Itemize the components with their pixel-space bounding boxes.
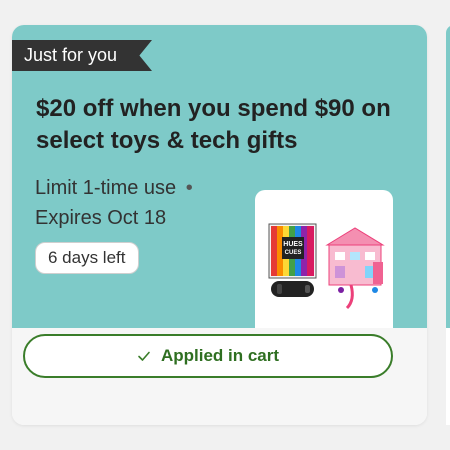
speaker-icon [271,281,314,297]
meta-bullet: • [185,177,193,199]
applied-button-label: Applied in cart [160,346,280,365]
game-box-icon: HUES CUES [268,223,317,279]
applied-in-cart-button[interactable]: Applied in cart [23,334,393,378]
check-icon [138,351,150,361]
offer-headline: $20 off when you spend $90 on select toy… [36,95,391,154]
toys-tech-product-image: HUES CUES [268,223,385,310]
offers-page: Just for you $20 off when you spend $90 … [0,0,450,450]
product-image-tile: HUES CUES [255,190,393,328]
offer-meta: Limit 1-time use • Expires Oct 18 [35,173,193,233]
limit-text: Limit 1-time use [35,177,177,199]
next-offer-card-edge[interactable] [446,25,450,328]
days-left-badge: 6 days left [35,242,139,274]
expires-text: Expires Oct 18 [35,207,167,229]
svg-text:HUES: HUES [283,241,303,248]
dollhouse-icon [325,227,385,310]
just-for-you-ribbon: Just for you [12,40,152,71]
svg-text:CUES: CUES [285,250,302,256]
next-offer-card-edge-bottom [446,328,450,425]
